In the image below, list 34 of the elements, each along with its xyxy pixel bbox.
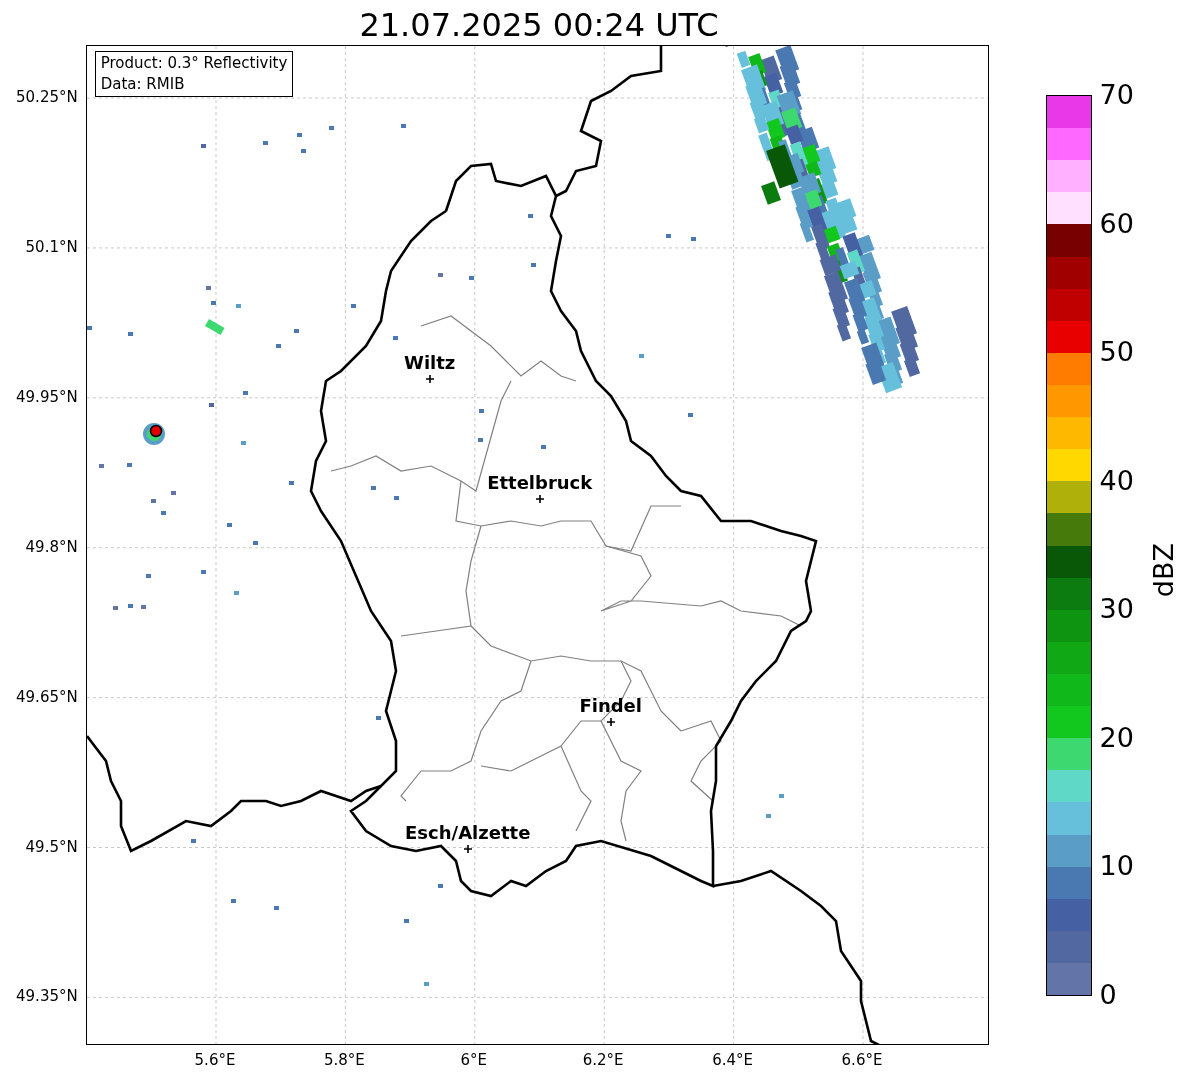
info-text: Data: RMIB <box>100 74 186 95</box>
colorbar-tick-label: 10 <box>1099 851 1134 882</box>
city-label: Esch/Alzette <box>405 823 531 843</box>
latitude-label: 49.65°N <box>16 687 78 706</box>
colorbar-tick-label: 70 <box>1099 80 1134 110</box>
longitude-label: 5.6°E <box>194 1051 236 1069</box>
city-marker-icon <box>424 374 435 384</box>
colorbar-tick-label: 20 <box>1099 722 1134 753</box>
city-label: Wiltz <box>404 353 456 373</box>
latitude-label: 49.5°N <box>25 837 78 856</box>
longitude-label: 6.2°E <box>582 1051 624 1069</box>
city-label: Ettelbruck <box>487 473 593 493</box>
latitude-label: 49.95°N <box>16 387 78 406</box>
colorbar-tick-label: 0 <box>1099 980 1117 1010</box>
latitude-label: 49.35°N <box>16 987 78 1006</box>
colorbar-tick-label: 40 <box>1099 465 1134 496</box>
city-label: Findel <box>579 696 642 716</box>
city-marker-icon <box>462 844 473 854</box>
colorbar-tick-label: 30 <box>1099 594 1134 625</box>
chart-title: 21.07.2025 00:24 UTC <box>359 5 719 45</box>
longitude-label: 5.8°E <box>323 1051 365 1069</box>
colorbar-label: dBZ <box>1146 542 1180 598</box>
city-marker-icon <box>605 717 616 727</box>
radar-site-marker <box>149 424 162 438</box>
longitude-label: 6.4°E <box>712 1051 753 1069</box>
latitude-label: 49.8°N <box>25 537 78 556</box>
longitude-label: 6.6°E <box>841 1051 883 1069</box>
latitude-label: 50.1°N <box>25 237 78 256</box>
city-marker-icon <box>534 494 545 504</box>
longitude-label: 6°E <box>460 1051 488 1069</box>
latitude-label: 50.25°N <box>16 88 78 106</box>
colorbar-tick-label: 60 <box>1099 208 1134 239</box>
colorbar-tick-label: 50 <box>1099 337 1134 368</box>
info-text: Product: 0.3° Reflectivity <box>100 53 288 74</box>
